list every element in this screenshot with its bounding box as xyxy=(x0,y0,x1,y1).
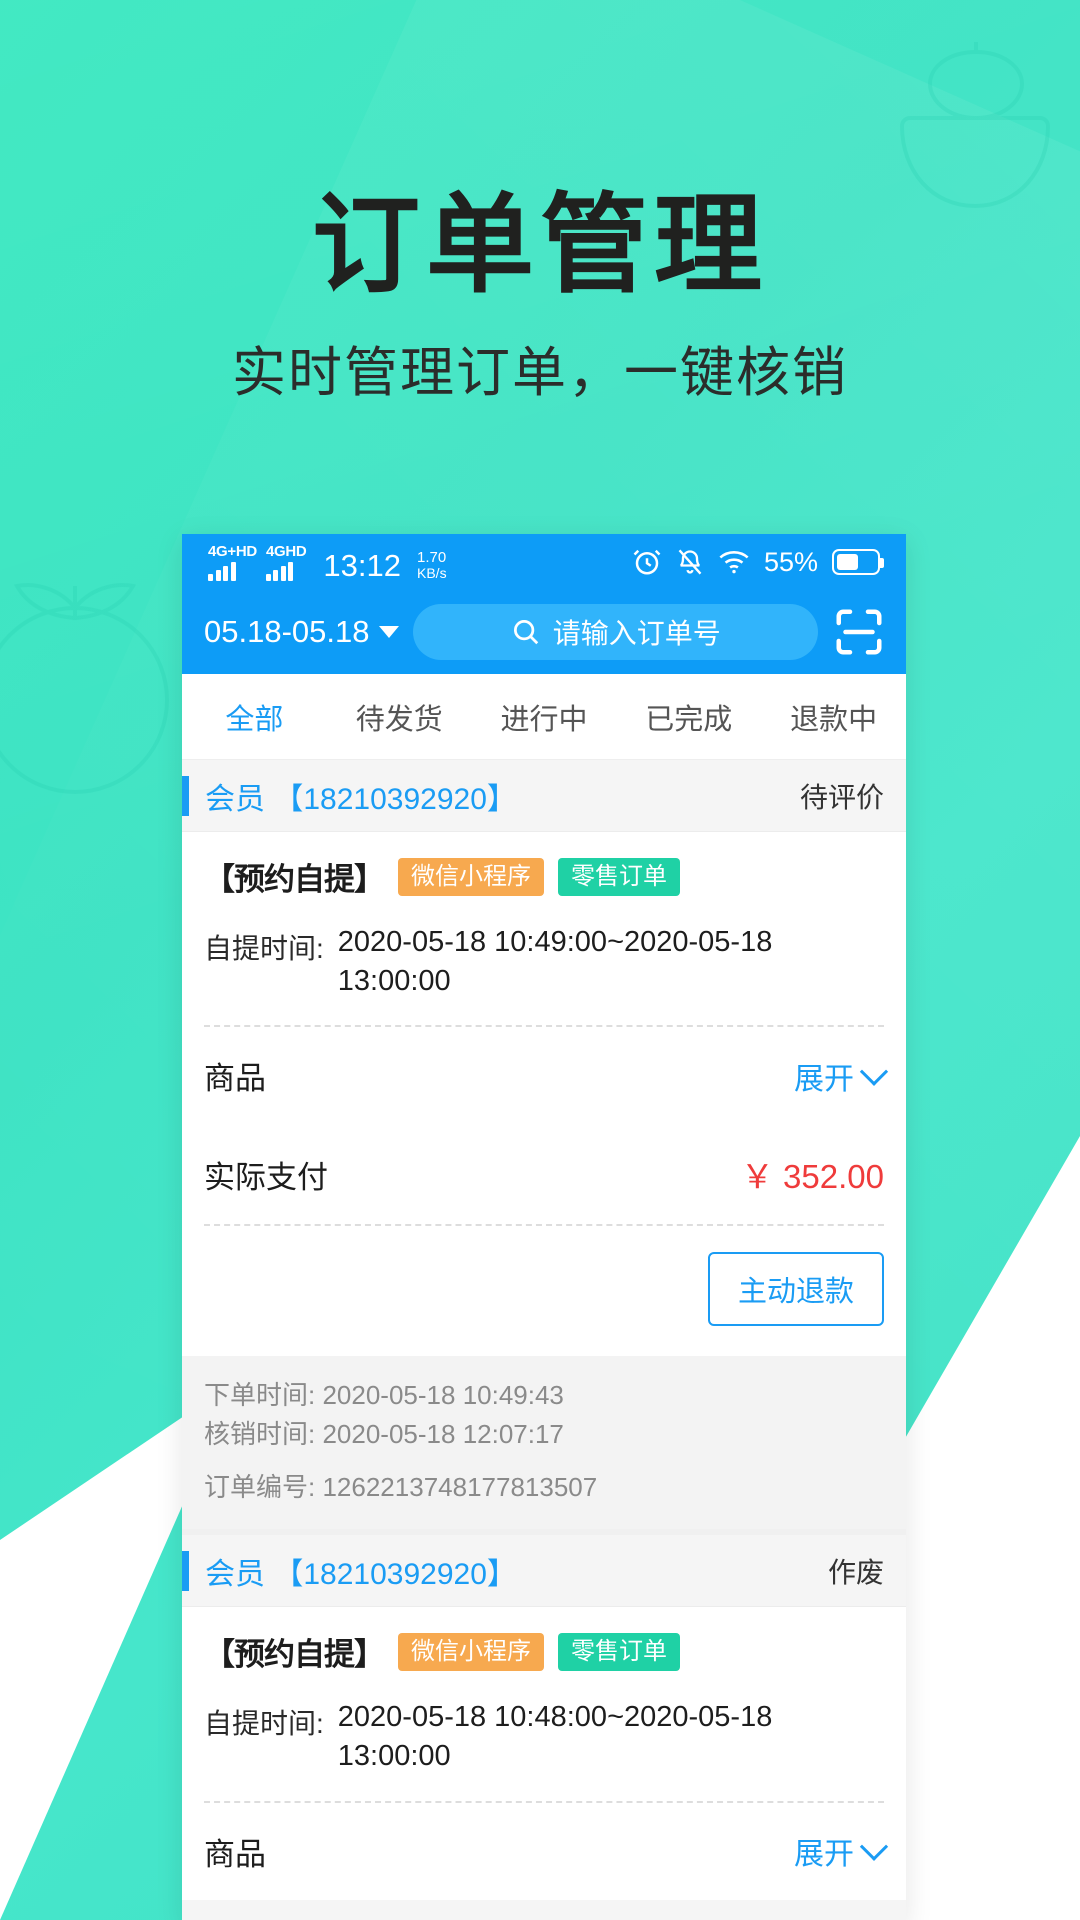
pickup-time-value: 2020-05-18 10:49:00~2020-05-18 13:00:00 xyxy=(337,926,773,998)
chevron-down-icon xyxy=(379,626,400,638)
member-label: 会员 【18210392920】 xyxy=(205,774,517,818)
network-label-1: 4G+HD xyxy=(208,542,257,560)
scan-barcode-icon[interactable] xyxy=(832,605,886,659)
network-speed-value: 1.70 xyxy=(417,549,447,567)
order-no-value: 1262213748177813507 xyxy=(322,1472,598,1503)
status-bar-clock: 13:12 xyxy=(323,547,401,583)
order-no-line: 订单编号: 1262213748177813507 xyxy=(204,1468,884,1507)
order-card[interactable]: 会员 【18210392920】 作废 【预约自提】 微信小程序 零售订单 自提… xyxy=(182,1535,906,1900)
page-title: 订单管理 xyxy=(311,184,768,305)
verify-time-value: 2020-05-18 12:07:17 xyxy=(322,1419,564,1450)
search-icon xyxy=(513,620,538,645)
wifi-icon xyxy=(719,551,749,574)
expand-toggle[interactable]: 展开 xyxy=(794,1054,889,1098)
badge-order-kind: 零售订单 xyxy=(558,1632,680,1671)
pickup-time-row: 自提时间: 2020-05-18 10:49:00~2020-05-18 13:… xyxy=(204,917,884,1025)
accent-bar xyxy=(182,1550,189,1591)
app-header: 05.18-05.18 请输入订单号 xyxy=(182,590,906,674)
tab-all[interactable]: 全部 xyxy=(182,696,327,738)
status-bar: 4G+HD 4GHD 13:12 1.70 KB/s 55% xyxy=(182,534,906,590)
pickup-time-value: 2020-05-18 10:48:00~2020-05-18 13:00:00 xyxy=(337,1701,773,1773)
battery-percent-label: 55% xyxy=(763,546,818,577)
chevron-down-icon xyxy=(859,1832,889,1861)
search-input[interactable]: 请输入订单号 xyxy=(413,604,818,660)
member-phone: 【18210392920】 xyxy=(273,1557,517,1591)
tab-pending-shipment[interactable]: 待发货 xyxy=(327,696,472,738)
member-text: 会员 xyxy=(205,782,265,816)
goods-row[interactable]: 商品 展开 xyxy=(204,1027,889,1124)
order-no-label: 订单编号: xyxy=(204,1472,316,1503)
member-text: 会员 xyxy=(205,1557,265,1591)
order-card[interactable]: 会员 【18210392920】 待评价 【预约自提】 微信小程序 零售订单 自… xyxy=(182,760,906,1530)
tab-in-progress[interactable]: 进行中 xyxy=(472,696,617,738)
expand-toggle[interactable]: 展开 xyxy=(794,1829,889,1873)
network-speed-unit: KB/s xyxy=(417,564,447,581)
battery-icon xyxy=(832,549,884,575)
network-label-2: 4GHD xyxy=(265,542,307,560)
verify-time-line: 核销时间: 2020-05-18 12:07:17 xyxy=(204,1415,884,1454)
tomato-outline-icon xyxy=(0,583,169,794)
accent-bar xyxy=(182,775,189,816)
status-bar-left: 4G+HD 4GHD 13:12 1.70 KB/s xyxy=(208,544,447,581)
order-time-line: 下单时间: 2020-05-18 10:49:43 xyxy=(204,1376,884,1415)
signal-bars-icon-1 xyxy=(208,561,236,581)
refund-button[interactable]: 主动退款 xyxy=(707,1252,884,1327)
expand-label: 展开 xyxy=(794,1838,854,1872)
expand-label: 展开 xyxy=(794,1062,854,1096)
goods-row[interactable]: 商品 展开 xyxy=(204,1803,889,1900)
order-card-body: 【预约自提】 微信小程序 零售订单 自提时间: 2020-05-18 10:48… xyxy=(182,1607,906,1900)
badge-order-kind: 零售订单 xyxy=(558,857,680,896)
order-type-row: 【预约自提】 微信小程序 零售订单 xyxy=(204,1607,884,1692)
payment-amount: ￥ 352.00 xyxy=(740,1158,884,1196)
pickup-time-label: 自提时间: xyxy=(204,933,324,964)
pickup-time-label: 自提时间: xyxy=(204,1708,324,1740)
payment-label: 实际支付 xyxy=(204,1159,328,1195)
badge-channel: 微信小程序 xyxy=(398,1632,544,1671)
order-type-row: 【预约自提】 微信小程序 零售订单 xyxy=(204,832,884,917)
order-status-tabs: 全部 待发货 进行中 已完成 退款中 xyxy=(182,674,906,760)
pickup-time-row: 自提时间: 2020-05-18 10:48:00~2020-05-18 13:… xyxy=(204,1692,884,1800)
tab-refunding[interactable]: 退款中 xyxy=(761,696,906,738)
order-card-body: 【预约自提】 微信小程序 零售订单 自提时间: 2020-05-18 10:49… xyxy=(182,832,906,1357)
status-badge: 作废 xyxy=(827,1556,884,1588)
phone-screenshot: 4G+HD 4GHD 13:12 1.70 KB/s 55% 05.18-05.… xyxy=(182,534,906,1920)
order-list: 会员 【18210392920】 待评价 【预约自提】 微信小程序 零售订单 自… xyxy=(182,760,906,1900)
order-card-header: 会员 【18210392920】 待评价 xyxy=(182,760,906,832)
alarm-icon xyxy=(633,549,661,575)
badge-channel: 微信小程序 xyxy=(398,857,544,896)
order-card-footer: 下单时间: 2020-05-18 10:49:43 核销时间: 2020-05-… xyxy=(182,1356,906,1530)
order-type-label: 【预约自提】 xyxy=(204,1637,385,1673)
chevron-down-icon xyxy=(859,1057,889,1086)
goods-label: 商品 xyxy=(204,1061,266,1097)
tab-completed[interactable]: 已完成 xyxy=(616,696,761,738)
order-actions: 主动退款 xyxy=(204,1226,884,1356)
payment-row: 实际支付 ￥ 352.00 xyxy=(204,1124,884,1224)
order-card-header: 会员 【18210392920】 作废 xyxy=(182,1535,906,1608)
member-label: 会员 【18210392920】 xyxy=(205,1549,517,1593)
page-subtitle: 实时管理订单，一键核销 xyxy=(232,343,848,403)
verify-time-label: 核销时间: xyxy=(204,1419,316,1450)
order-type-label: 【预约自提】 xyxy=(204,862,385,897)
network-speed: 1.70 KB/s xyxy=(417,550,447,580)
order-time-value: 2020-05-18 10:49:43 xyxy=(322,1380,564,1411)
status-badge: 待评价 xyxy=(799,781,884,813)
member-phone: 【18210392920】 xyxy=(273,782,517,816)
signal-bars-icon-2 xyxy=(265,561,294,581)
goods-label: 商品 xyxy=(204,1836,266,1872)
search-placeholder: 请输入订单号 xyxy=(552,618,721,649)
date-range-selector[interactable]: 05.18-05.18 xyxy=(204,614,400,650)
order-time-label: 下单时间: xyxy=(204,1380,316,1411)
date-range-label: 05.18-05.18 xyxy=(204,614,370,649)
signal-indicator-1: 4G+HD xyxy=(208,544,257,581)
promo-background: 订单管理 实时管理订单，一键核销 4G+HD 4GHD 13:12 1.70 K… xyxy=(0,0,1080,1920)
bell-off-icon xyxy=(678,549,702,575)
signal-indicator-2: 4GHD xyxy=(265,542,307,581)
status-bar-right: 55% xyxy=(632,546,884,578)
